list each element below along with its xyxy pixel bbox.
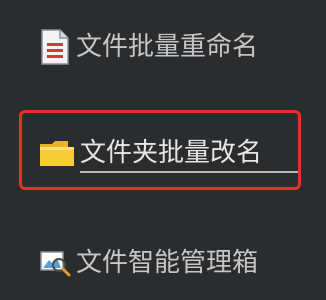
highlight-box [19, 110, 301, 190]
menu-item-smart-file-manager[interactable]: 文件智能管理箱 [38, 243, 258, 283]
menu-item-batch-rename-files[interactable]: 文件批量重命名 [38, 27, 258, 67]
menu-item-label: 文件智能管理箱 [76, 248, 259, 278]
document-list-icon [38, 28, 72, 66]
magnifier-picture-icon [38, 248, 72, 278]
menu-list: 文件批量重命名 文件夹批量改名 文件智能管理箱 [0, 0, 326, 300]
menu-item-label: 文件批量重命名 [76, 32, 259, 62]
